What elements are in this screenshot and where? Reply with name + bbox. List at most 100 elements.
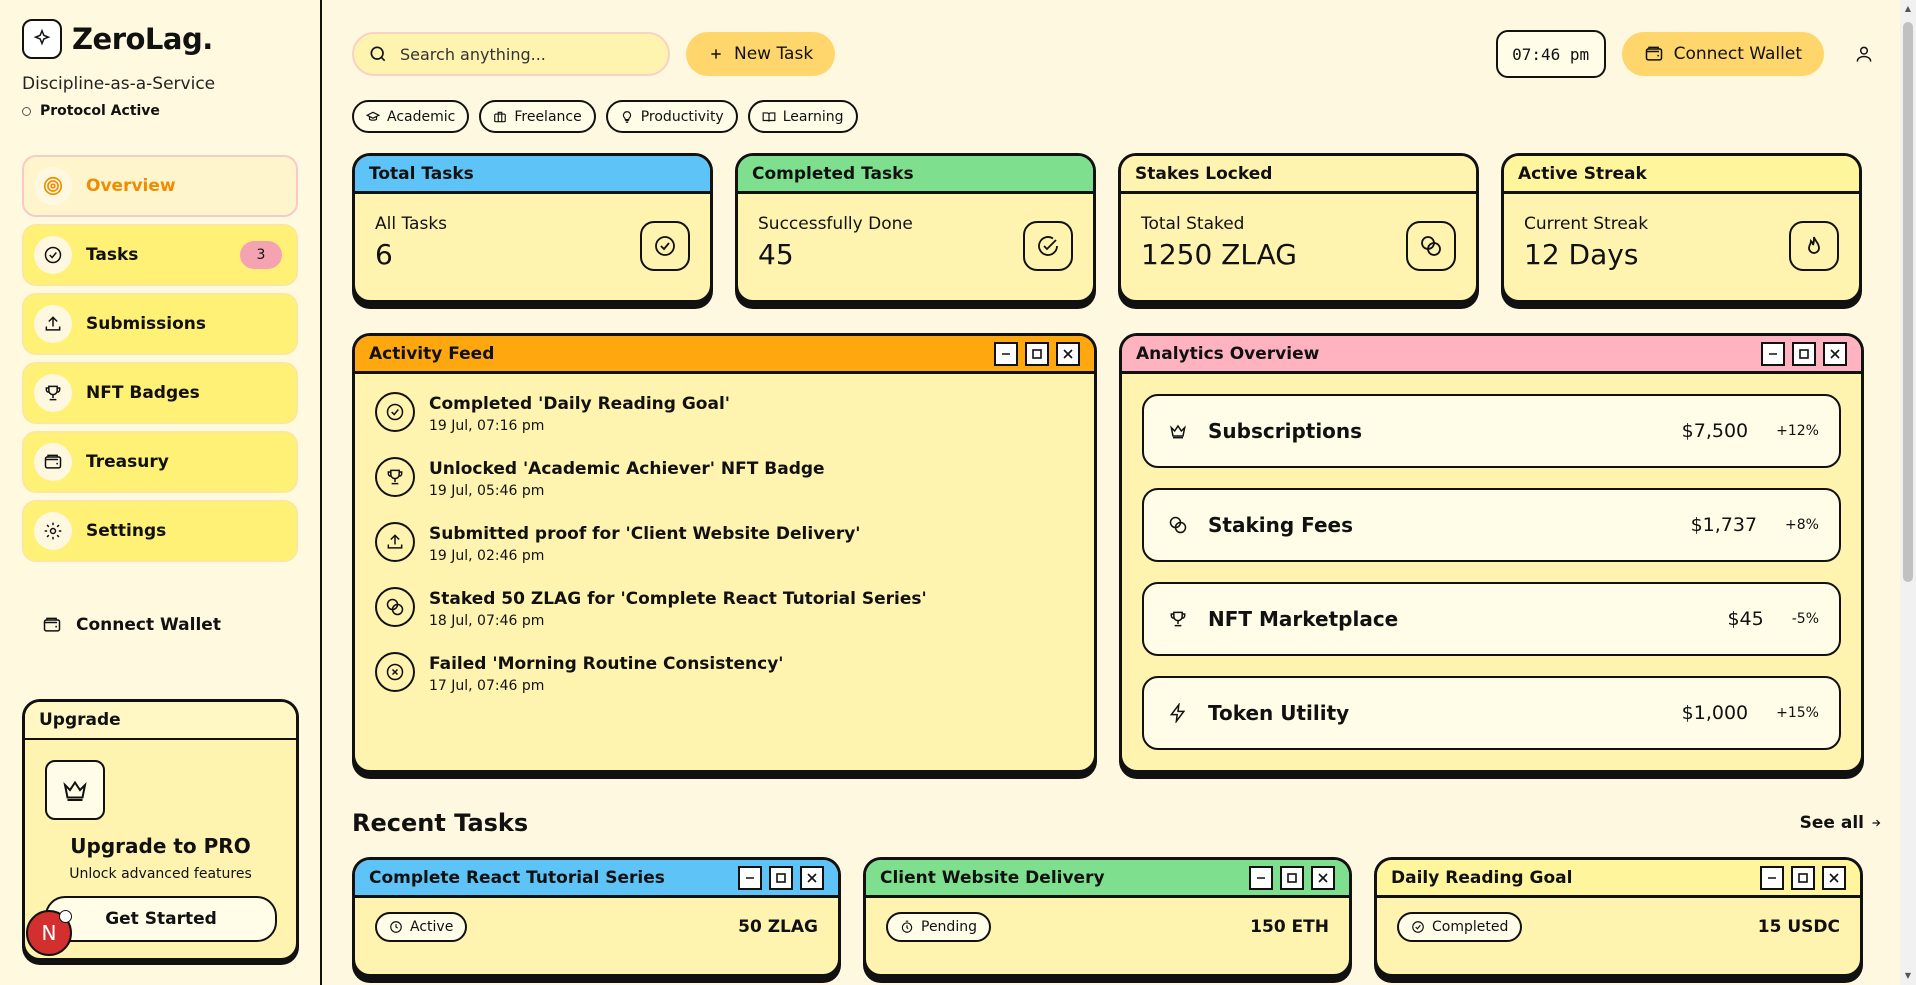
coins-icon <box>1406 221 1456 271</box>
protocol-status: Protocol Active <box>22 103 298 119</box>
chip-productivity[interactable]: Productivity <box>605 100 738 133</box>
analytics-row-nft-marketplace[interactable]: NFT Marketplace $45 -5% <box>1142 582 1841 656</box>
see-all-link[interactable]: See all <box>1800 813 1882 833</box>
stat-card-completed-tasks[interactable]: Completed Tasks Successfully Done 45 <box>735 153 1096 303</box>
new-task-button[interactable]: New Task <box>686 32 836 76</box>
search-input[interactable] <box>400 44 640 64</box>
topbar: New Task 07:46 pm Connect Wallet <box>352 0 1882 96</box>
sidebar-item-label: Overview <box>86 176 176 196</box>
upgrade-title: Upgrade to PRO <box>70 834 251 858</box>
sidebar-item-settings[interactable]: Settings <box>22 500 298 562</box>
upload-icon <box>375 522 415 562</box>
brand[interactable]: ZeroLag. <box>22 18 298 60</box>
scroll-up-icon[interactable]: ▲ <box>1903 4 1913 14</box>
brand-name: ZeroLag. <box>72 22 213 56</box>
sidebar-item-treasury[interactable]: Treasury <box>22 431 298 493</box>
activity-text: Unlocked 'Academic Achiever' NFT Badge <box>429 459 825 479</box>
target-icon <box>34 167 72 205</box>
list-item[interactable]: Staked 50 ZLAG for 'Complete React Tutor… <box>375 587 1074 652</box>
book-icon <box>762 110 776 124</box>
upgrade-card-header: Upgrade <box>25 702 296 740</box>
trophy-icon <box>1168 609 1188 629</box>
activity-text: Submitted proof for 'Client Website Deli… <box>429 524 861 544</box>
list-item[interactable]: Submitted proof for 'Client Website Deli… <box>375 522 1074 587</box>
lightbulb-icon <box>620 110 634 124</box>
minimize-icon[interactable] <box>1249 865 1273 890</box>
scroll-down-icon[interactable]: ▼ <box>1903 971 1913 981</box>
tagline: Discipline-as-a-Service <box>22 74 216 94</box>
sidebar-item-nft-badges[interactable]: NFT Badges <box>22 362 298 424</box>
stat-card-active-streak[interactable]: Active Streak Current Streak 12 Days <box>1501 153 1862 303</box>
sidebar-connect-wallet[interactable]: Connect Wallet <box>42 610 298 640</box>
window-title: Analytics Overview <box>1136 343 1320 364</box>
sidebar-item-overview[interactable]: Overview <box>22 155 298 217</box>
task-card[interactable]: Client Website Delivery Pending 150 ETH <box>863 857 1352 977</box>
task-card-header: Client Website Delivery <box>866 860 1349 898</box>
arrow-right-icon <box>1870 817 1882 829</box>
maximize-icon[interactable] <box>1791 865 1815 890</box>
maximize-icon[interactable] <box>769 865 793 890</box>
chip-freelance[interactable]: Freelance <box>479 100 596 133</box>
stat-card-stakes-locked[interactable]: Stakes Locked Total Staked 1250 ZLAG <box>1118 153 1479 303</box>
plus-icon <box>708 46 724 62</box>
upgrade-subtitle: Unlock advanced features <box>69 866 252 882</box>
chip-label: Productivity <box>640 108 724 125</box>
minimize-icon[interactable] <box>994 341 1018 366</box>
status-label: Active <box>410 919 454 935</box>
task-card[interactable]: Daily Reading Goal Completed 15 USDC <box>1374 857 1863 977</box>
task-card-header: Complete React Tutorial Series <box>355 860 838 898</box>
activity-text: Staked 50 ZLAG for 'Complete React Tutor… <box>429 589 927 609</box>
minimize-icon[interactable] <box>1761 341 1785 366</box>
avatar-status-dot-icon <box>59 910 72 923</box>
connect-wallet-button[interactable]: Connect Wallet <box>1621 32 1824 76</box>
close-icon[interactable] <box>1056 341 1080 366</box>
chip-academic[interactable]: Academic <box>352 100 470 133</box>
maximize-icon[interactable] <box>1792 341 1816 366</box>
logo-icon <box>22 19 62 59</box>
app-root: ZeroLag. Discipline-as-a-Service Protoco… <box>0 0 1916 985</box>
chip-learning[interactable]: Learning <box>747 100 858 133</box>
stat-card-total-tasks[interactable]: Total Tasks All Tasks 6 <box>352 153 713 303</box>
stat-card-header: Active Streak <box>1504 156 1859 194</box>
maximize-icon[interactable] <box>1280 865 1304 890</box>
task-title: Client Website Delivery <box>880 867 1105 888</box>
recent-tasks-header: Recent Tasks See all <box>352 803 1882 843</box>
analytics-change: -5% <box>1791 611 1819 627</box>
maximize-icon[interactable] <box>1025 341 1049 366</box>
page-scrollbar[interactable]: ▲ ▼ <box>1900 0 1916 985</box>
analytics-row-token-utility[interactable]: Token Utility $1,000 +15% <box>1142 676 1841 750</box>
activity-time: 18 Jul, 07:46 pm <box>429 613 545 629</box>
clock-icon <box>389 920 403 934</box>
list-item[interactable]: Unlocked 'Academic Achiever' NFT Badge 19… <box>375 457 1074 522</box>
check-circle-icon <box>34 236 72 274</box>
sidebar-item-tasks[interactable]: Tasks 3 <box>22 224 298 286</box>
avatar[interactable]: N <box>26 910 72 956</box>
minimize-icon[interactable] <box>1760 865 1784 890</box>
activity-list: Completed 'Daily Reading Goal' 19 Jul, 07… <box>355 374 1094 735</box>
flame-icon <box>1789 221 1839 271</box>
close-icon[interactable] <box>1822 865 1846 890</box>
search-box[interactable] <box>352 32 670 76</box>
scrollbar-thumb[interactable] <box>1903 22 1913 582</box>
list-item[interactable]: Failed 'Morning Routine Consistency' 17 J… <box>375 652 1074 717</box>
close-icon[interactable] <box>1823 341 1847 366</box>
chip-label: Learning <box>782 108 844 125</box>
analytics-row-staking-fees[interactable]: Staking Fees $1,737 +8% <box>1142 488 1841 562</box>
activity-feed-header: Activity Feed <box>355 336 1094 374</box>
status-label: Pending <box>921 919 977 935</box>
close-icon[interactable] <box>1311 865 1335 890</box>
user-icon[interactable] <box>1846 36 1882 72</box>
get-started-button[interactable]: Get Started <box>45 896 277 942</box>
task-stake: 50 ZLAG <box>738 917 818 937</box>
task-stake: 150 ETH <box>1250 917 1329 937</box>
wallet-icon <box>34 443 72 481</box>
activity-text: Completed 'Daily Reading Goal' <box>429 394 730 414</box>
task-card[interactable]: Complete React Tutorial Series Active 50… <box>352 857 841 977</box>
minimize-icon[interactable] <box>738 865 762 890</box>
analytics-amount: $7,500 <box>1681 420 1749 442</box>
analytics-row-subscriptions[interactable]: Subscriptions $7,500 +12% <box>1142 394 1841 468</box>
list-item[interactable]: Completed 'Daily Reading Goal' 19 Jul, 07… <box>375 392 1074 457</box>
close-icon[interactable] <box>800 865 824 890</box>
window-title: Activity Feed <box>369 343 495 364</box>
sidebar-item-submissions[interactable]: Submissions <box>22 293 298 355</box>
